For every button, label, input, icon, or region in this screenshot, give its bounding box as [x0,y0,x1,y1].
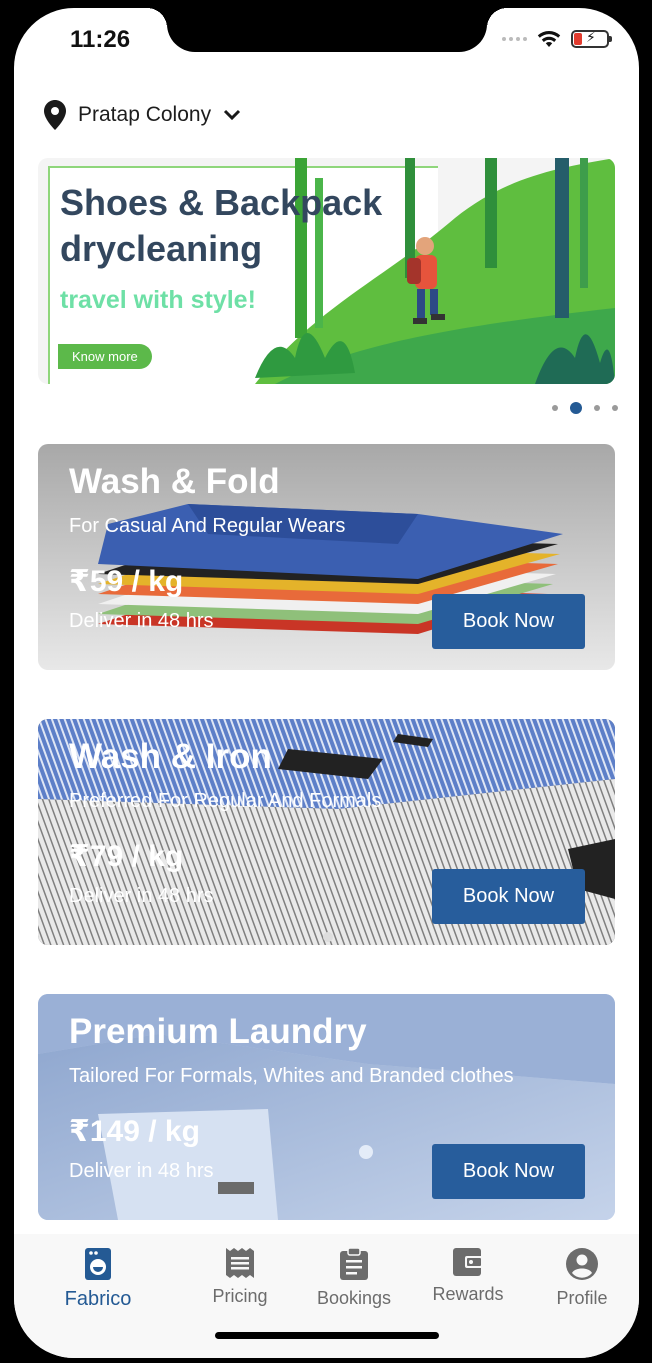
book-now-button[interactable]: Book Now [432,869,585,924]
location-selector[interactable]: Pratap Colony [44,100,241,130]
service-title: Premium Laundry [69,1012,367,1051]
banner-title: Shoes & Backpack drycleaning [60,180,440,272]
nav-label: Rewards [432,1284,504,1304]
service-eta: Deliver in 48 hrs [69,885,214,907]
status-time: 11:26 [70,26,131,53]
service-description: Tailored For Formals, Whites and Branded… [69,1065,514,1087]
promo-banner[interactable]: Shoes & Backpack drycleaning travel with… [38,158,615,384]
bottom-navigation: Fabrico Pricing Bookings Rewards Profile [14,1234,639,1358]
carousel-indicator [552,402,618,414]
banner-title-line1: Shoes & Backpack [60,182,383,223]
location-pin-icon [44,100,66,130]
wifi-icon [537,31,561,47]
cellular-signal-icon [502,37,527,41]
account-icon [566,1248,598,1280]
nav-item-fabrico[interactable]: Fabrico [38,1248,158,1311]
banner-title-line2: drycleaning [60,228,263,269]
book-now-button[interactable]: Book Now [432,594,585,649]
service-description: For Casual And Regular Wears [69,515,346,537]
home-indicator[interactable] [215,1332,439,1339]
banner-subtitle: travel with style! [60,286,256,314]
know-more-button[interactable]: Know more [58,344,152,369]
nav-label: Fabrico [64,1288,132,1310]
nav-item-pricing[interactable]: Pricing [180,1248,300,1307]
nav-label: Profile [556,1288,608,1308]
battery-icon: ⚡ [571,29,612,48]
service-price: ₹79 / kg [69,840,184,873]
service-title: Wash & Iron [69,737,272,776]
service-card-premium-laundry[interactable]: Premium Laundry Tailored For Formals, Wh… [38,994,615,1220]
location-name: Pratap Colony [78,103,212,126]
service-price: ₹149 / kg [69,1115,200,1148]
service-card-wash-fold[interactable]: Wash & Fold For Casual And Regular Wears… [38,444,615,670]
nav-item-rewards[interactable]: Rewards [408,1248,528,1305]
nav-item-profile[interactable]: Profile [522,1248,639,1309]
service-price: ₹59 / kg [69,565,184,598]
nav-label: Pricing [212,1286,268,1306]
washing-machine-icon [85,1248,111,1280]
service-description: Preferred For Regular And Formals [69,790,382,812]
nav-item-bookings[interactable]: Bookings [294,1248,414,1309]
clipboard-icon [340,1248,368,1280]
chevron-down-icon [224,109,241,121]
service-title: Wash & Fold [69,462,280,501]
carousel-dot[interactable] [594,405,600,411]
book-now-button[interactable]: Book Now [432,1144,585,1199]
service-card-wash-iron[interactable]: Wash & Iron Preferred For Regular And Fo… [38,719,615,945]
carousel-dot[interactable] [612,405,618,411]
nav-label: Bookings [316,1288,392,1308]
service-eta: Deliver in 48 hrs [69,1160,214,1182]
wallet-icon [453,1248,483,1276]
receipt-icon [226,1248,254,1278]
status-icons: ⚡ [502,29,612,48]
carousel-dot-active[interactable] [570,402,582,414]
service-eta: Deliver in 48 hrs [69,610,214,632]
phone-screen: 11:26 ⚡ Pratap Colony Shoes & Backpack d… [14,8,639,1358]
carousel-dot[interactable] [552,405,558,411]
device-notch [147,8,507,52]
